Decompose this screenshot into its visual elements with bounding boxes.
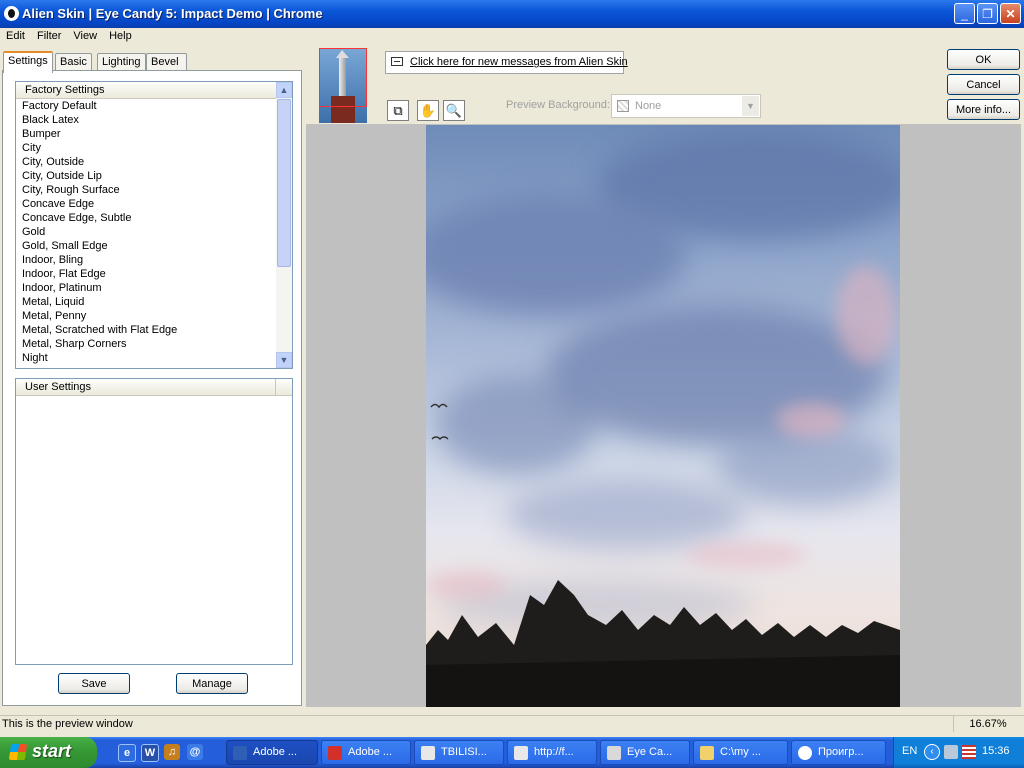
user-settings-list[interactable]: User Settings — [15, 378, 293, 665]
taskbar-item-eye-candy[interactable]: Eye Ca... — [600, 740, 690, 765]
checkerboard-icon — [617, 100, 629, 112]
taskbar-item-acrobat[interactable]: Adobe ... — [321, 740, 411, 765]
factory-settings-header[interactable]: Factory Settings — [16, 82, 292, 99]
windows-logo-icon — [8, 744, 28, 760]
list-item[interactable]: Bumper — [16, 127, 292, 141]
ok-button[interactable]: OK — [947, 49, 1020, 70]
taskbar-item-folder[interactable]: C:\my ... — [693, 740, 788, 765]
zoom-level: 16.67% — [953, 716, 1022, 732]
taskbar-item-browser[interactable]: http://f... — [507, 740, 597, 765]
list-item[interactable]: City, Rough Surface — [16, 183, 292, 197]
minimize-button[interactable]: _ — [954, 3, 975, 24]
envelope-icon — [391, 57, 403, 66]
clock: 15:36 — [982, 745, 1010, 757]
menu-view[interactable]: View — [67, 28, 103, 44]
chevron-left-icon[interactable]: ‹ — [924, 744, 940, 760]
zoom-icon[interactable]: 🔍 — [443, 100, 465, 121]
scroll-thumb[interactable] — [277, 99, 291, 267]
list-item[interactable]: City, Outside — [16, 155, 292, 169]
preview-image[interactable] — [426, 125, 900, 707]
taskbar-item-media-player[interactable]: Проигр... — [791, 740, 886, 765]
settings-panel: Settings Basic Lighting Bevel Profile Fa… — [0, 47, 304, 707]
status-bar: This is the preview window 16.67% — [0, 715, 1024, 734]
scroll-up-button[interactable]: ▲ — [276, 82, 292, 98]
alien-skin-app-icon[interactable] — [4, 6, 19, 21]
preview-background-label: Preview Background: — [506, 99, 610, 111]
list-item[interactable]: Indoor, Platinum — [16, 281, 292, 295]
photoshop-icon — [233, 746, 247, 760]
messages-bar: Click here for new messages from Alien S… — [385, 51, 628, 74]
list-item[interactable]: City — [16, 141, 292, 155]
scroll-down-button[interactable]: ▼ — [276, 352, 292, 368]
factory-settings-scrollbar[interactable]: ▲ ▼ — [276, 82, 292, 368]
eyecandy-icon — [607, 746, 621, 760]
flag-icon[interactable] — [962, 745, 976, 759]
sky-clouds-graphic — [426, 130, 900, 707]
folder-icon — [700, 746, 714, 760]
status-message: This is the preview window — [2, 718, 133, 730]
chevron-down-icon[interactable]: ▼ — [742, 96, 759, 116]
view-rectangle[interactable] — [319, 48, 367, 107]
menu-filter[interactable]: Filter — [31, 28, 67, 44]
browser-icon — [514, 746, 528, 760]
manage-button[interactable]: Manage — [176, 673, 248, 694]
taskbar: start e W ♫ @ Adobe ... Adobe ... TBILIS… — [0, 737, 1024, 768]
start-button[interactable]: start — [0, 737, 97, 768]
list-item[interactable]: Night — [16, 351, 292, 365]
close-button[interactable]: ✕ — [1000, 3, 1021, 24]
list-item[interactable]: Metal, Liquid — [16, 295, 292, 309]
tab-basic[interactable]: Basic — [55, 53, 92, 71]
preview-background-value: None — [635, 100, 662, 112]
start-label: start — [32, 741, 72, 761]
list-item[interactable]: Black Latex — [16, 113, 292, 127]
factory-settings-items: Factory Default Black Latex Bumper City City… — [16, 99, 292, 365]
media-icon[interactable]: ♫ — [164, 744, 180, 760]
preview-background-select[interactable]: None ▼ — [611, 94, 761, 118]
taskbar-item-tbilisi[interactable]: TBILISI... — [414, 740, 504, 765]
menu-edit[interactable]: Edit — [0, 28, 31, 44]
language-indicator[interactable]: EN — [902, 745, 917, 757]
cancel-button[interactable]: Cancel — [947, 74, 1020, 95]
word-icon[interactable]: W — [141, 744, 159, 762]
compare-icon[interactable]: ⧉ — [387, 100, 409, 121]
list-item[interactable]: City, Outside Lip — [16, 169, 292, 183]
list-item[interactable]: Gold — [16, 225, 292, 239]
tab-bevel-profile[interactable]: Bevel Profile — [146, 53, 188, 85]
restore-button[interactable]: ❐ — [977, 3, 998, 24]
list-item[interactable]: Metal, Sharp Corners — [16, 337, 292, 351]
system-tray: EN ‹ 15:36 — [893, 737, 1024, 768]
menu-help[interactable]: Help — [103, 28, 138, 44]
user-settings-header[interactable]: User Settings — [16, 379, 292, 396]
taskbar-item-photoshop[interactable]: Adobe ... — [226, 740, 318, 765]
list-item[interactable]: Concave Edge, Subtle — [16, 211, 292, 225]
save-button[interactable]: Save — [58, 673, 130, 694]
tab-settings[interactable]: Settings — [3, 51, 53, 73]
acrobat-icon — [328, 746, 342, 760]
media-player-icon — [798, 746, 812, 760]
list-item[interactable]: Indoor, Flat Edge — [16, 267, 292, 281]
quick-launch-icon[interactable]: @ — [187, 744, 203, 760]
tab-lighting[interactable]: Lighting — [97, 53, 146, 71]
header-divider — [275, 379, 276, 395]
network-icon[interactable] — [944, 745, 958, 759]
list-item[interactable]: Metal, Penny — [16, 309, 292, 323]
list-item[interactable]: Gold, Small Edge — [16, 239, 292, 253]
title-bar: Alien Skin | Eye Candy 5: Impact Demo | … — [0, 0, 1024, 28]
list-item[interactable]: Concave Edge — [16, 197, 292, 211]
list-item[interactable]: Indoor, Bling — [16, 253, 292, 267]
messages-link[interactable]: Click here for new messages from Alien S… — [410, 56, 628, 68]
internet-explorer-icon[interactable]: e — [118, 744, 136, 762]
list-item[interactable]: Metal, Scratched with Flat Edge — [16, 323, 292, 337]
factory-settings-list[interactable]: Factory Settings Factory Default Black La… — [15, 81, 293, 369]
more-info-button[interactable]: More info... — [947, 99, 1020, 120]
document-icon — [421, 746, 435, 760]
menu-bar: Edit Filter View Help — [0, 28, 1024, 44]
list-item[interactable]: Factory Default — [16, 99, 292, 113]
settings-tab-body: Factory Settings Factory Default Black La… — [2, 70, 302, 706]
navigator-thumbnail[interactable] — [319, 48, 367, 123]
preview-window[interactable] — [306, 124, 1021, 707]
hand-icon[interactable]: ✋ — [417, 100, 439, 121]
window-title: Alien Skin | Eye Candy 5: Impact Demo | … — [22, 6, 323, 21]
